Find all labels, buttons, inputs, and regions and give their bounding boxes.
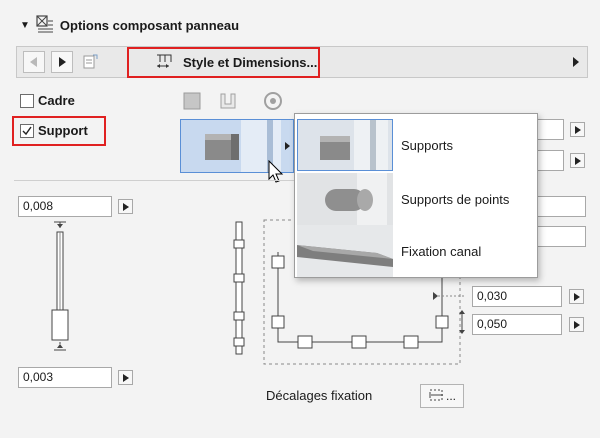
dropdown-item-supports-de-points[interactable]: Supports de points: [297, 172, 537, 226]
panel-header[interactable]: ▼ Options composant panneau: [14, 12, 588, 38]
cadre-checkbox-row[interactable]: Cadre: [20, 93, 75, 108]
horizontal-offset-arrow[interactable]: [569, 289, 584, 304]
decalages-button-label: ...: [445, 389, 456, 403]
right-field-b[interactable]: [536, 150, 564, 171]
top-offset-field[interactable]: 0,008: [18, 196, 112, 217]
dropdown-item-supports[interactable]: Supports: [297, 118, 537, 172]
dropdown-item-label: Supports: [401, 137, 454, 153]
cadre-checkbox[interactable]: [20, 93, 34, 108]
previous-button[interactable]: [23, 51, 45, 73]
right-field-b-arrow[interactable]: [570, 153, 585, 168]
right-field-a[interactable]: [536, 119, 564, 140]
offset-frame-icon: [428, 388, 444, 405]
dropdown-item-fixation-canal[interactable]: Fixation canal: [297, 224, 537, 278]
next-button[interactable]: [51, 51, 73, 73]
panel-options-icon: [36, 14, 54, 36]
dropdown-item-label: Fixation canal: [401, 243, 482, 259]
top-offset-arrow[interactable]: [118, 199, 133, 214]
point-supports-thumbnail: [297, 173, 393, 225]
decalages-button[interactable]: ...: [420, 384, 464, 408]
bottom-offset-field[interactable]: 0,003: [18, 367, 112, 388]
point-type-icon[interactable]: [262, 91, 284, 114]
horizontal-offset-field[interactable]: 0,030: [472, 286, 562, 307]
vertical-offset-arrow[interactable]: [569, 317, 584, 332]
channel-fixing-thumbnail: [297, 225, 393, 277]
cadre-label: Cadre: [38, 93, 75, 108]
decalages-label: Décalages fixation: [266, 388, 373, 403]
support-highlight-box: [12, 116, 106, 146]
channel-type-icon[interactable]: [218, 91, 238, 114]
right-field-d[interactable]: [536, 226, 586, 247]
dropdown-item-label: Supports de points: [401, 191, 510, 207]
style-highlight-box: [127, 47, 320, 78]
profile-side-diagram: [51, 221, 69, 351]
solid-type-icon[interactable]: [182, 91, 202, 114]
support-type-dropdown: Supports Supports de points Fixation can…: [294, 113, 538, 278]
collapse-triangle-icon[interactable]: ▼: [20, 20, 30, 31]
bottom-offset-arrow[interactable]: [118, 370, 133, 385]
vertical-offset-field[interactable]: 0,050: [472, 314, 562, 335]
toolbar-expand-arrow-icon[interactable]: [573, 56, 579, 70]
panel-title: Options composant panneau: [59, 17, 240, 33]
right-field-c[interactable]: [536, 196, 586, 217]
mouse-cursor-icon: [268, 159, 284, 187]
document-icon[interactable]: [79, 51, 101, 73]
right-field-a-arrow[interactable]: [570, 122, 585, 137]
supports-thumbnail: [297, 119, 393, 171]
